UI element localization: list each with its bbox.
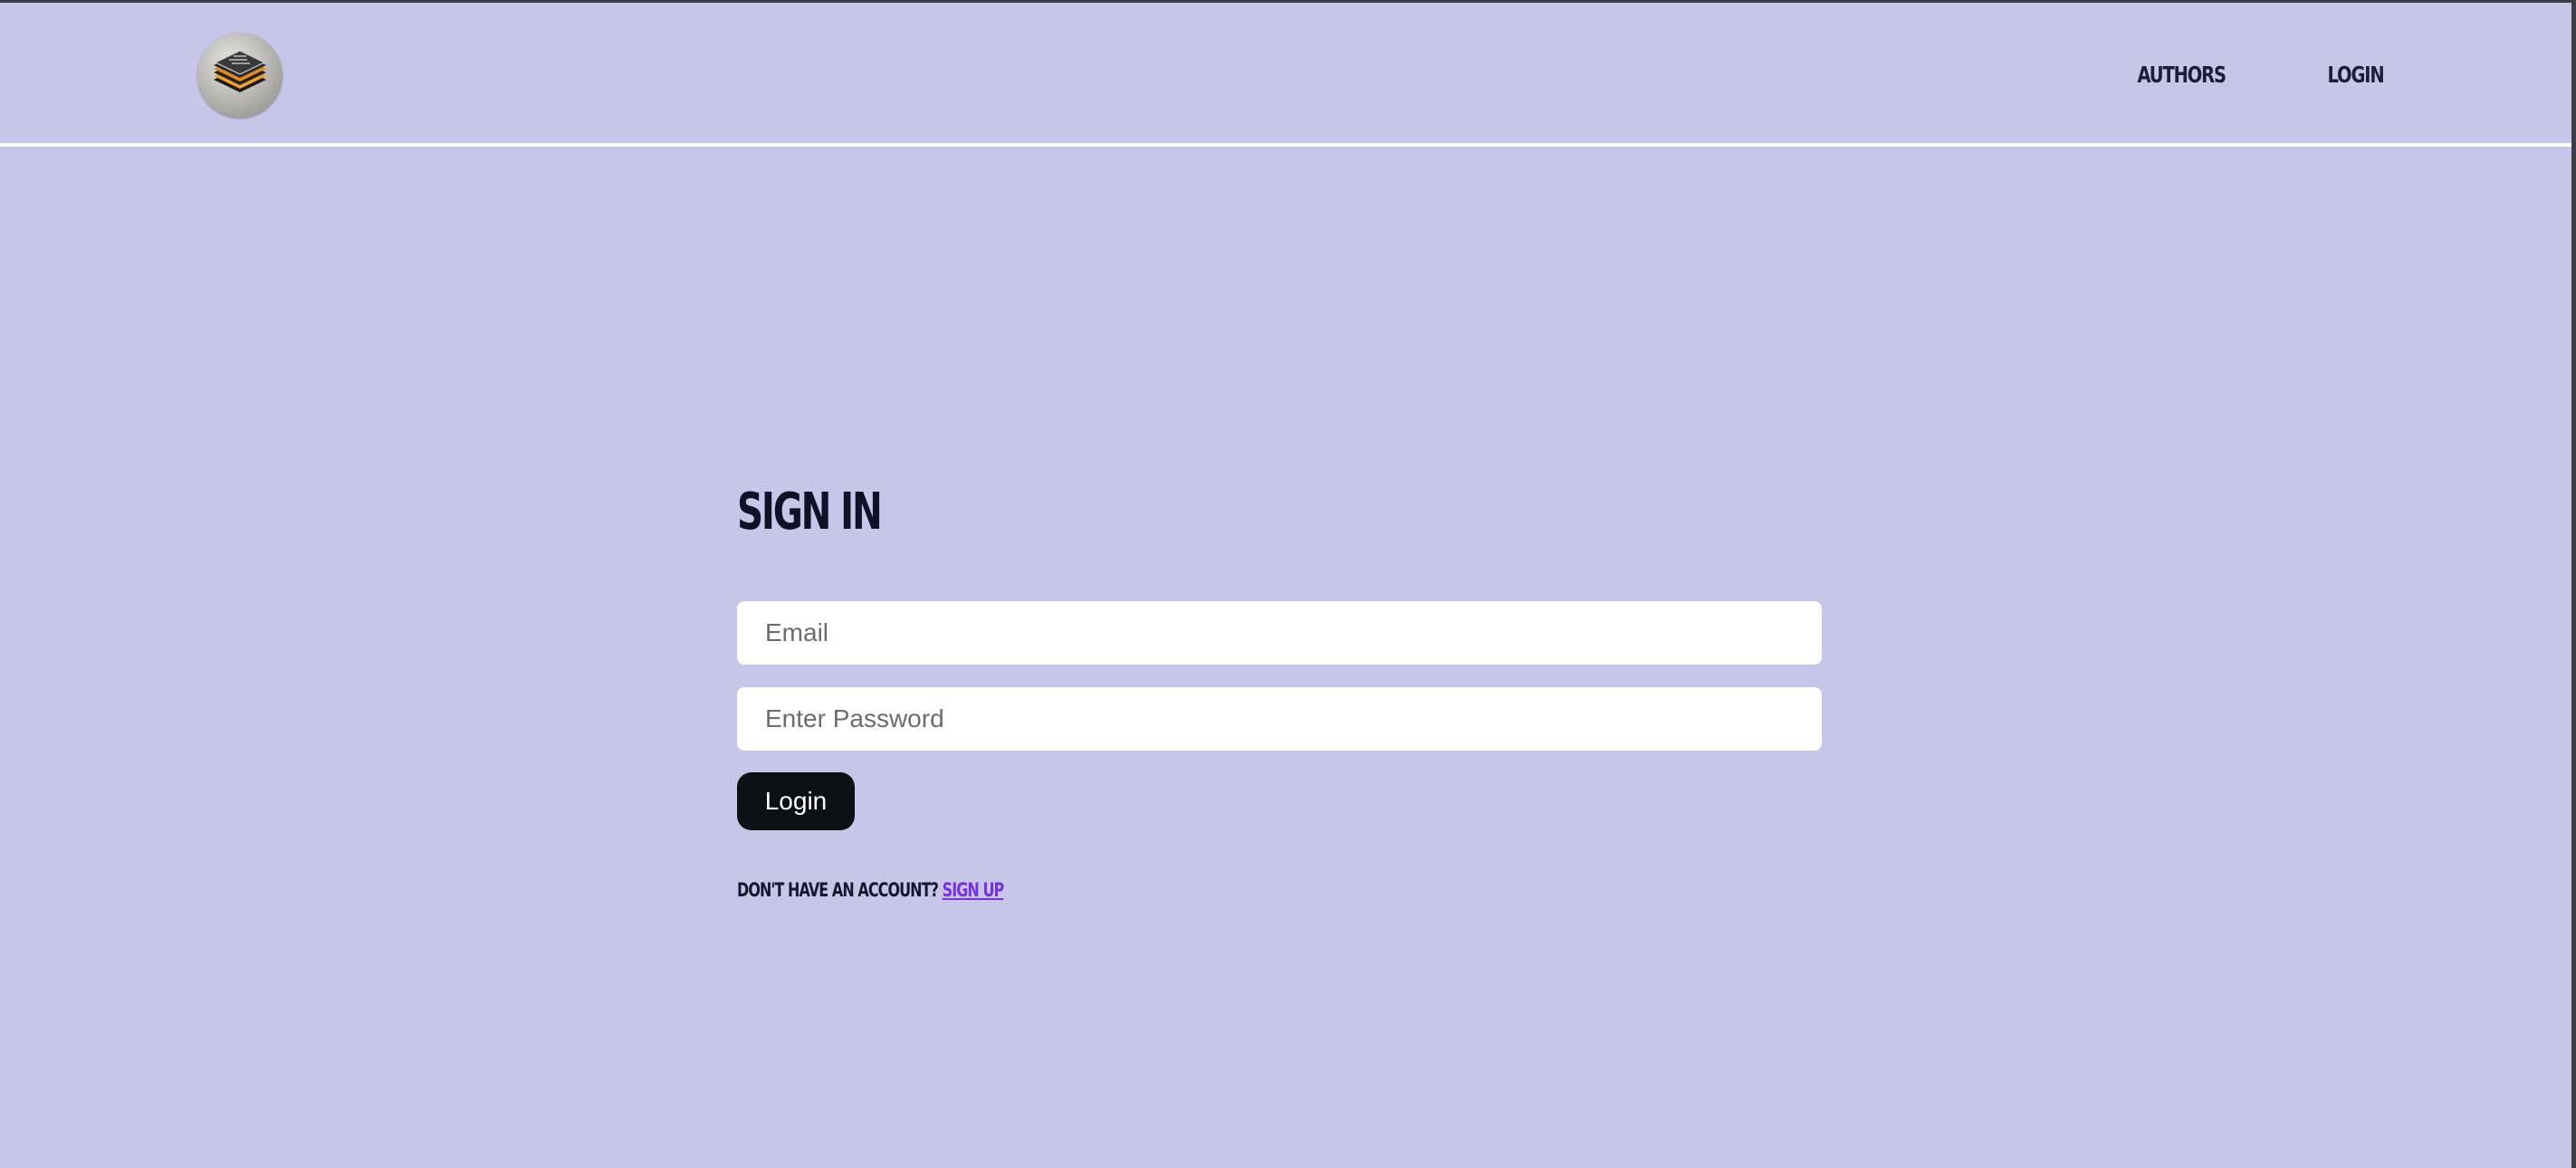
main-nav: AUTHORS LOGIN	[2112, 57, 2385, 93]
password-input[interactable]	[737, 687, 1822, 751]
signup-prompt-text: DON'T HAVE AN ACCOUNT?	[737, 879, 939, 901]
logo-icon[interactable]	[197, 33, 282, 118]
window-right-border	[2571, 0, 2576, 1168]
signup-prompt-line: DON'T HAVE AN ACCOUNT? SIGN UP	[737, 876, 1005, 904]
top-navbar: AUTHORS LOGIN	[0, 3, 2571, 145]
nav-login-link[interactable]: LOGIN	[2328, 57, 2385, 93]
login-button[interactable]: Login	[737, 772, 855, 830]
nav-authors-link[interactable]: AUTHORS	[2137, 57, 2226, 93]
page-title: SIGN IN	[737, 483, 883, 541]
email-input[interactable]	[737, 601, 1822, 665]
signup-link[interactable]: SIGN UP	[943, 879, 1005, 901]
header-divider	[0, 143, 2571, 147]
